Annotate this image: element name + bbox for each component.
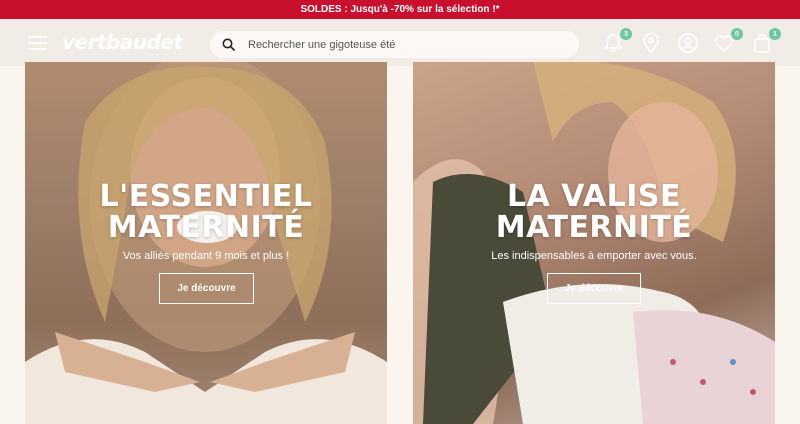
promo-card-essentiel-maternite[interactable]: L'ESSENTIEL MATERNITÉ Vos alliés pendant… <box>25 62 387 424</box>
search-icon <box>222 38 235 51</box>
promo-card-valise-maternite[interactable]: LA VALISE MATERNITÉ Les indispensables à… <box>413 62 775 424</box>
store-locator-icon[interactable] <box>640 32 664 56</box>
card-subtitle: Vos alliés pendant 9 mois et plus ! <box>122 250 290 262</box>
card-title-line2: MATERNITÉ <box>495 210 693 245</box>
site-header: vertbaudet 3 0 <box>0 19 800 66</box>
notifications-icon[interactable]: 3 <box>602 28 632 56</box>
account-icon[interactable] <box>677 32 701 56</box>
card-title-line1: L'ESSENTIEL <box>99 179 313 214</box>
wishlist-icon[interactable]: 0 <box>713 28 743 56</box>
card-subtitle: Les indispensables à emporter avec vous. <box>491 250 697 262</box>
promo-banner[interactable]: SOLDES : Jusqu'à -70% sur la sélection !… <box>0 0 800 19</box>
card-title-line1: LA VALISE <box>506 179 682 214</box>
cart-icon[interactable]: 1 <box>751 28 781 56</box>
menu-icon[interactable] <box>28 36 47 50</box>
promo-text: SOLDES : Jusqu'à -70% sur la sélection !… <box>300 4 500 15</box>
search-input[interactable] <box>248 31 568 58</box>
site-logo[interactable]: vertbaudet <box>62 30 183 54</box>
notifications-badge: 3 <box>620 28 632 40</box>
cart-badge: 1 <box>769 28 781 40</box>
card-title-line2: MATERNITÉ <box>107 210 305 245</box>
wishlist-badge: 0 <box>731 28 743 40</box>
discover-button[interactable]: Je découvre <box>547 273 641 304</box>
discover-button[interactable]: Je découvre <box>159 273 254 304</box>
search-bar[interactable] <box>210 31 579 58</box>
